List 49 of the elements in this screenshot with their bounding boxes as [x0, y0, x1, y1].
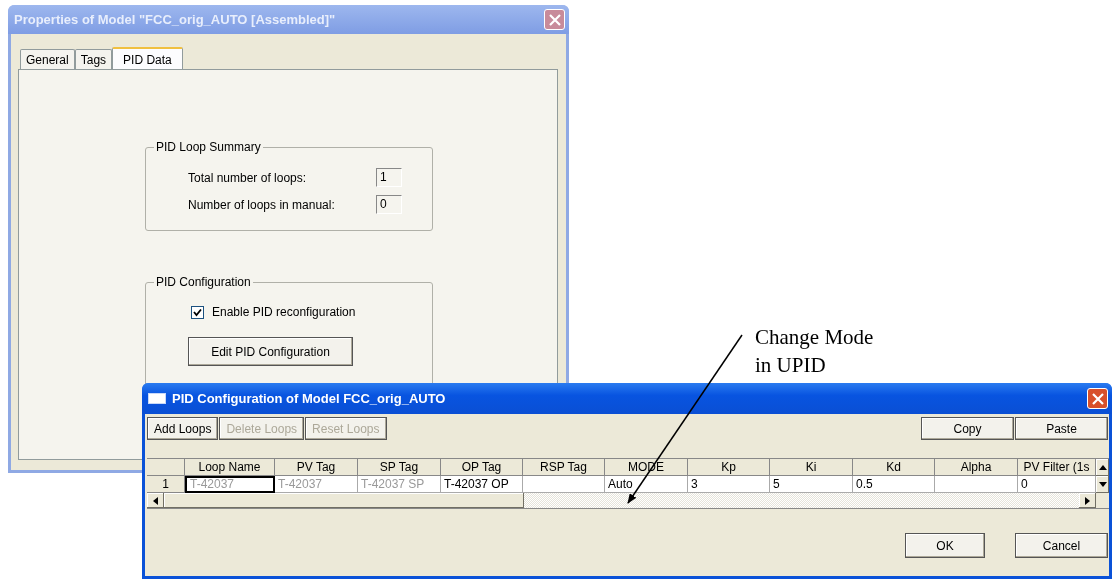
up-arrow-icon [1098, 465, 1107, 470]
row-header: 1 [147, 476, 185, 493]
table-cell[interactable]: Auto [605, 476, 688, 493]
edit-configuration-button[interactable]: Edit PID Configuration [188, 337, 353, 366]
table-cell[interactable]: 5 [770, 476, 853, 493]
group-title: PID Configuration [154, 275, 253, 289]
horizontal-scrollbar[interactable] [147, 493, 1096, 508]
group-title: PID Loop Summary [154, 140, 263, 154]
table-cell[interactable] [523, 476, 605, 493]
column-header: Loop Name [185, 459, 275, 476]
down-arrow-icon [1098, 482, 1107, 487]
table-cell[interactable] [935, 476, 1018, 493]
dialog-button[interactable]: Cancel [1015, 533, 1108, 558]
readonly-field: 1 [376, 168, 402, 187]
close-button[interactable] [1087, 388, 1108, 409]
column-header: PV Filter (1s [1018, 459, 1096, 476]
scroll-thumb[interactable] [164, 493, 524, 508]
field-label: Total number of loops: [188, 170, 308, 185]
toolbar-button[interactable]: Add Loops [147, 417, 219, 440]
readonly-field: 0 [376, 195, 402, 214]
table-cell[interactable]: T-42037 OP [441, 476, 523, 493]
tab[interactable]: Tags [74, 49, 113, 69]
left-arrow-icon [153, 496, 158, 505]
dialog-button[interactable]: OK [905, 533, 985, 558]
field-label: Number of loops in manual: [188, 197, 336, 212]
window-title: Properties of Model "FCC_orig_AUTO [Assembled]" [14, 12, 337, 27]
annotation-text: Change Mode in UPID [755, 324, 874, 379]
window-icon [148, 393, 166, 404]
checkbox-label: Enable PID reconfiguration [212, 305, 356, 319]
table-cell[interactable]: 3 [688, 476, 770, 493]
close-icon [1091, 392, 1104, 405]
right-arrow-icon [1085, 496, 1090, 505]
checkbox[interactable] [191, 305, 204, 319]
column-header: PV Tag [275, 459, 358, 476]
toolbar-button[interactable]: Paste [1015, 417, 1108, 440]
column-header: Alpha [935, 459, 1018, 476]
close-icon [548, 13, 561, 26]
tab[interactable]: PID Data [112, 47, 183, 70]
table-cell[interactable]: 0.5 [853, 476, 935, 493]
column-header: Kp [688, 459, 770, 476]
column-header: Ki [770, 459, 853, 476]
window-title: PID Configuration of Model FCC_orig_AUTO [172, 391, 447, 406]
column-header: OP Tag [441, 459, 523, 476]
table-cell[interactable]: 0 [1018, 476, 1096, 493]
column-header: Kd [853, 459, 935, 476]
toolbar-button[interactable]: Copy [921, 417, 1014, 440]
column-header: RSP Tag [523, 459, 605, 476]
tab[interactable]: General [20, 49, 75, 69]
column-header: SP Tag [358, 459, 441, 476]
